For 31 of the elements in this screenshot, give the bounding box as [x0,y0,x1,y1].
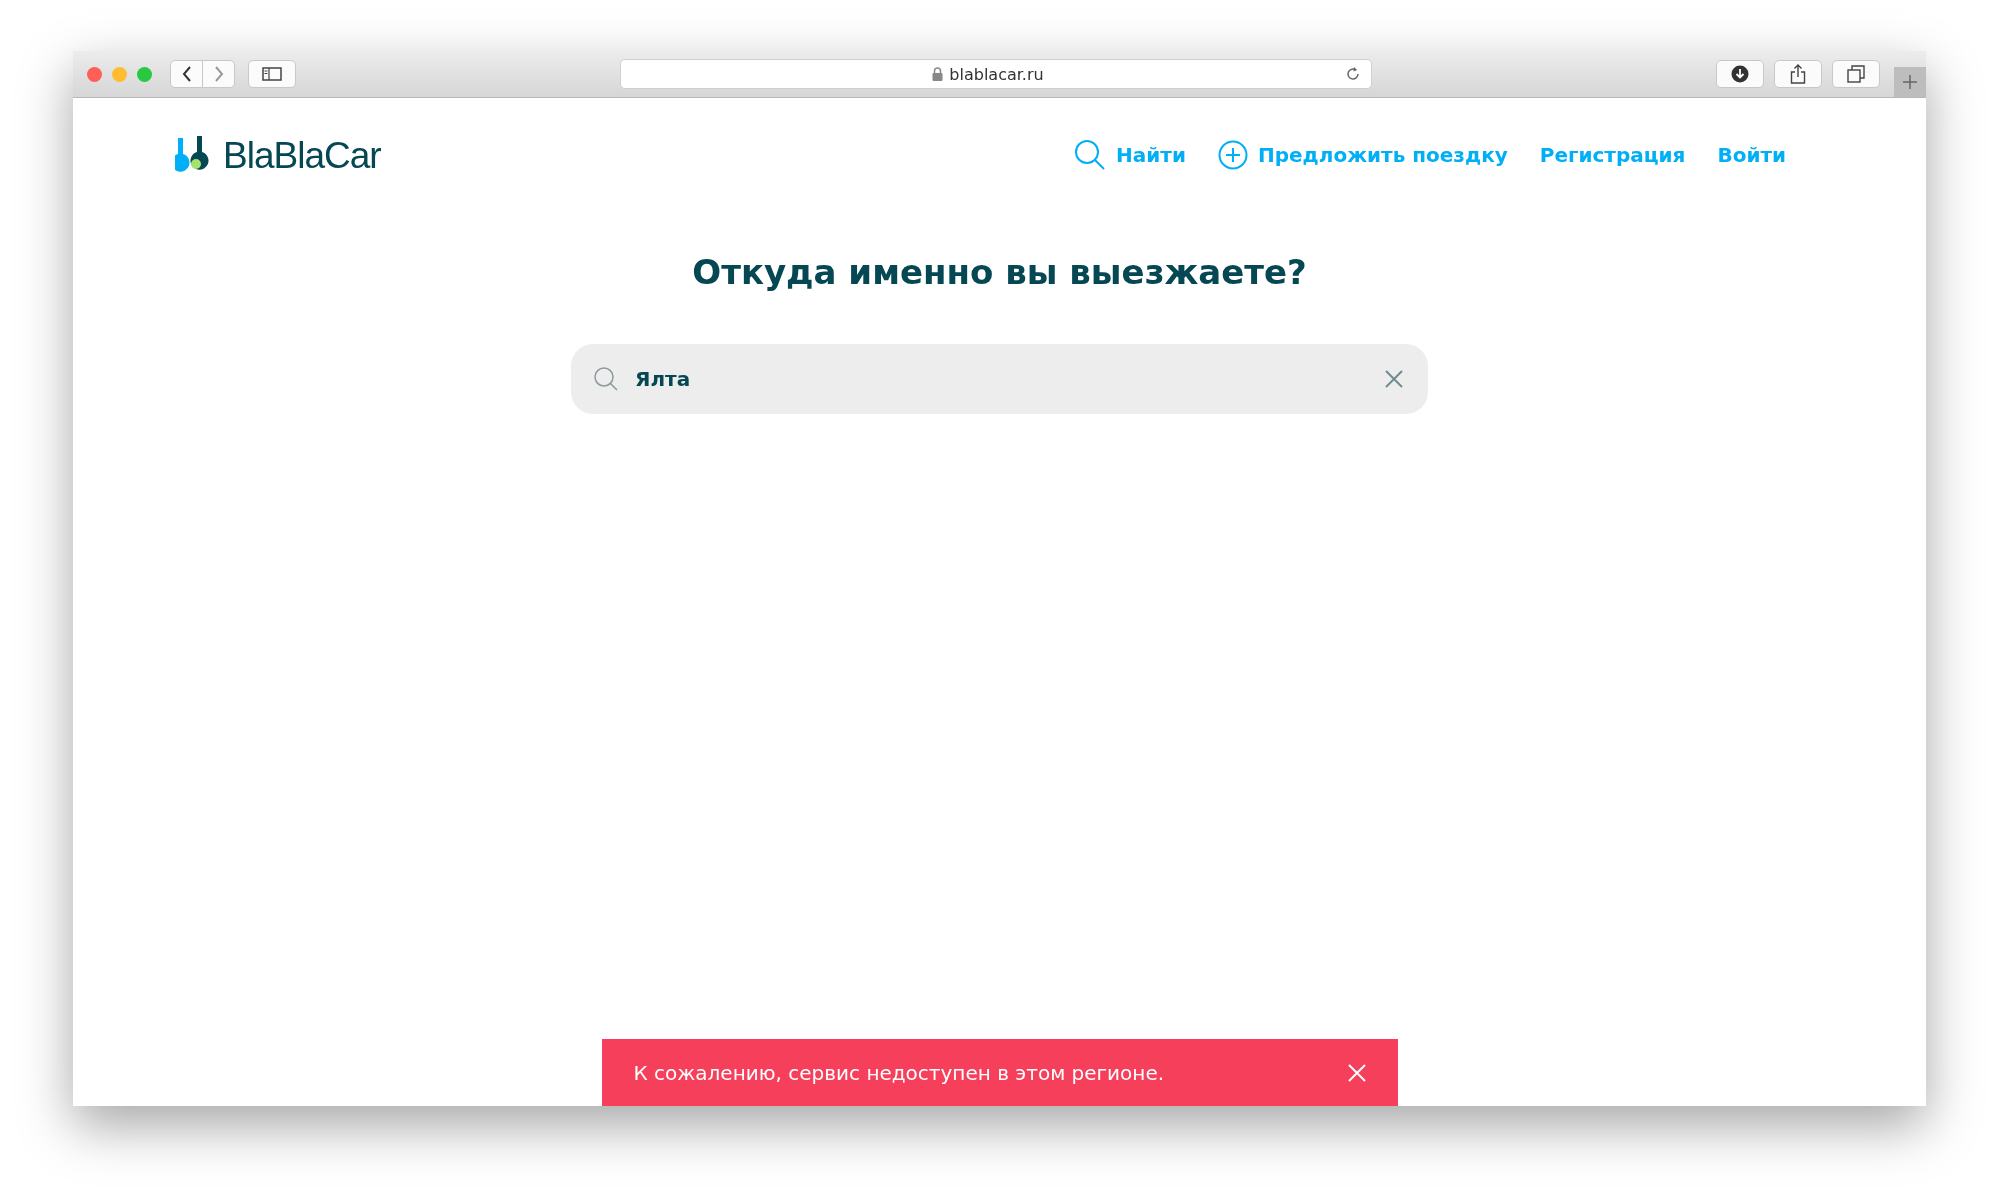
nav-link[interactable]: Регистрация [1539,143,1686,167]
reload-icon [1345,66,1361,82]
downloads-button[interactable] [1716,60,1764,88]
sidebar-icon [262,67,282,81]
toast-message: К сожалению, сервис недоступен в этом регионе. [633,1060,1165,1085]
chevron-right-icon [213,66,224,82]
close-window-button[interactable] [87,66,102,82]
url-text: blablacar.ru [949,64,1044,84]
close-icon [1347,1063,1366,1082]
search-icon [1074,139,1107,171]
tabs-icon [1847,65,1865,83]
share-icon [1790,64,1806,84]
plus-icon [1902,74,1918,90]
search-field[interactable]: Ялта [571,344,1428,414]
tabs-button[interactable] [1832,60,1880,88]
plus-circle-icon [1217,140,1248,170]
nav-link[interactable]: Найти [1074,139,1186,171]
download-icon [1731,65,1749,83]
sidebar-button[interactable] [248,60,296,88]
lock-icon [932,67,944,81]
share-button[interactable] [1774,60,1822,88]
back-button[interactable] [170,60,203,88]
address-bar[interactable]: blablacar.ru [620,59,1372,89]
close-icon [1384,369,1404,389]
close-button[interactable] [1345,1061,1368,1084]
nav-link[interactable]: Войти [1717,143,1786,167]
nav-link[interactable]: Предложить поездку [1217,140,1508,170]
new-tab-button[interactable] [1894,67,1926,97]
page-heading: Откуда именно вы выезжаете? [691,252,1308,292]
logo-text: BlaBlaCar [223,137,381,174]
chevron-left-icon [181,66,192,82]
